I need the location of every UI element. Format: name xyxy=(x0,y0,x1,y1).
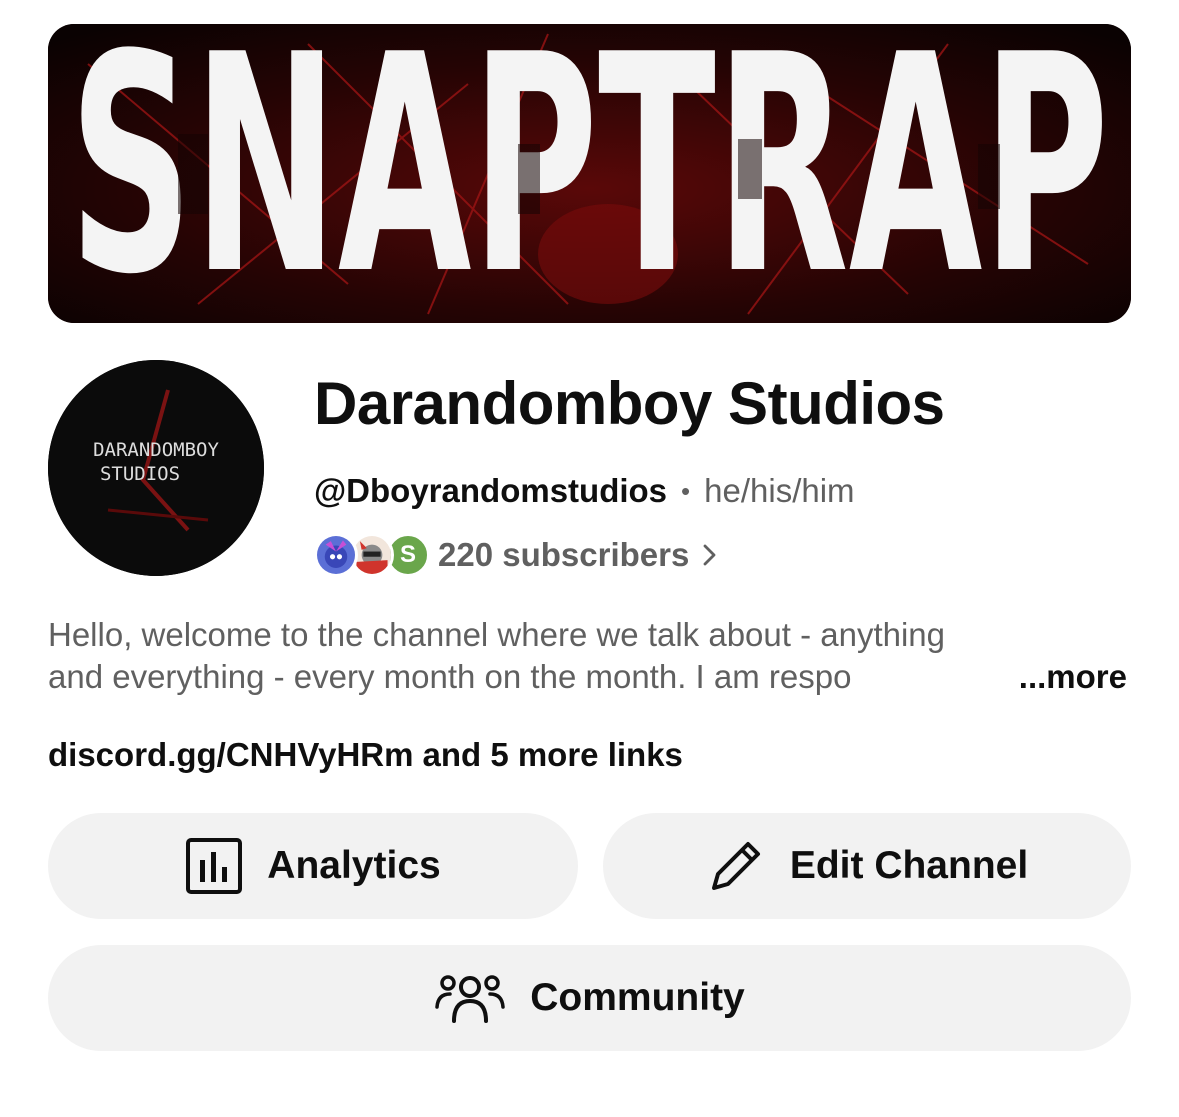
description-line-1: Hello, welcome to the channel where we t… xyxy=(48,616,946,653)
edit-channel-label: Edit Channel xyxy=(789,844,1029,887)
channel-avatar[interactable]: DARANDOMBOY STUDIOS xyxy=(48,360,264,576)
primary-link[interactable]: discord.gg/CNHVyHRm xyxy=(48,736,413,773)
analytics-label: Analytics xyxy=(267,844,441,887)
pencil-icon xyxy=(706,836,766,896)
subscriber-avatars: S xyxy=(314,530,430,580)
chevron-right-icon[interactable] xyxy=(703,543,717,567)
channel-description[interactable]: Hello, welcome to the channel where we t… xyxy=(48,614,1131,698)
channel-name: Darandomboy Studios xyxy=(314,370,945,437)
banner-image: SNAPTRAP xyxy=(48,24,1131,323)
channel-banner: SNAPTRAP xyxy=(48,24,1131,323)
more-links[interactable]: and 5 more links xyxy=(422,736,682,773)
subscribers-row[interactable]: S 220 subscribers xyxy=(314,530,717,580)
channel-handle: @Dboyrandomstudios xyxy=(314,472,668,509)
description-line-2: and everything - every month on the mont… xyxy=(48,656,1131,698)
separator-dot: • xyxy=(681,476,691,506)
avatar-line2: STUDIOS xyxy=(100,463,180,485)
avatar-image: DARANDOMBOY STUDIOS xyxy=(48,360,264,576)
banner-title: SNAPTRAP xyxy=(69,24,1109,323)
subscriber-count[interactable]: 220 subscribers xyxy=(438,536,689,574)
bar-chart-icon xyxy=(185,837,243,895)
community-button[interactable]: Community xyxy=(48,945,1131,1051)
channel-pronouns: he/his/him xyxy=(704,472,855,509)
people-icon xyxy=(434,969,506,1027)
description-line-2-text: and everything - every month on the mont… xyxy=(48,658,852,695)
hedgehog-avatar-icon xyxy=(314,533,358,577)
more-button[interactable]: ...more xyxy=(1014,656,1127,698)
community-label: Community xyxy=(530,976,745,1019)
avatar-line1: DARANDOMBOY xyxy=(93,439,219,461)
channel-links[interactable]: discord.gg/CNHVyHRm and 5 more links xyxy=(48,734,683,776)
analytics-button[interactable]: Analytics xyxy=(48,813,578,919)
edit-channel-button[interactable]: Edit Channel xyxy=(603,813,1131,919)
handle-row: @Dboyrandomstudios • he/his/him xyxy=(314,470,855,512)
